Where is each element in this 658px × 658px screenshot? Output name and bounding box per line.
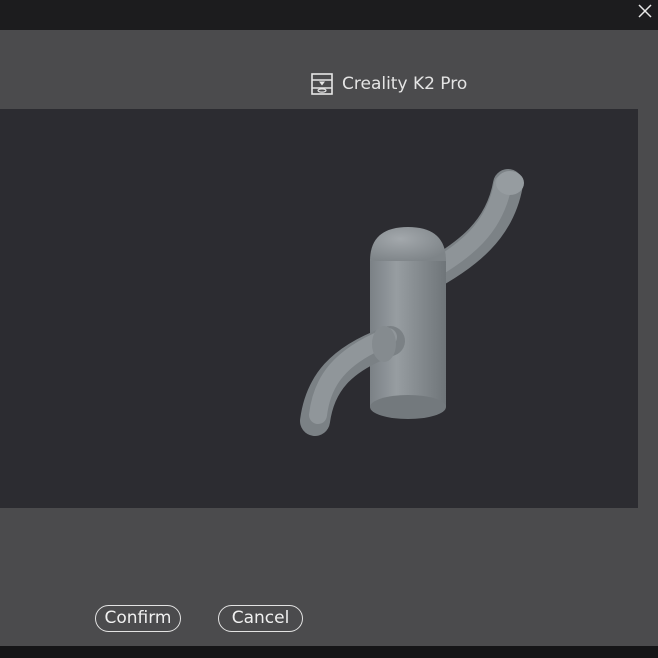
printer-selector[interactable]: Creality K2 Pro bbox=[310, 70, 467, 98]
screen: Creality K2 Pro Confirm Cancel bbox=[0, 0, 658, 658]
close-button[interactable] bbox=[634, 0, 656, 22]
close-icon bbox=[638, 4, 652, 18]
confirm-button[interactable]: Confirm bbox=[95, 605, 181, 632]
model-preview[interactable] bbox=[0, 109, 638, 508]
background-floor bbox=[0, 646, 658, 658]
title-bar bbox=[0, 0, 658, 30]
dialog: Creality K2 Pro Confirm Cancel bbox=[0, 30, 658, 646]
3d-hook-model bbox=[300, 169, 524, 436]
printer-name: Creality K2 Pro bbox=[342, 74, 468, 94]
cancel-button[interactable]: Cancel bbox=[218, 605, 303, 632]
printer-icon bbox=[311, 73, 333, 95]
